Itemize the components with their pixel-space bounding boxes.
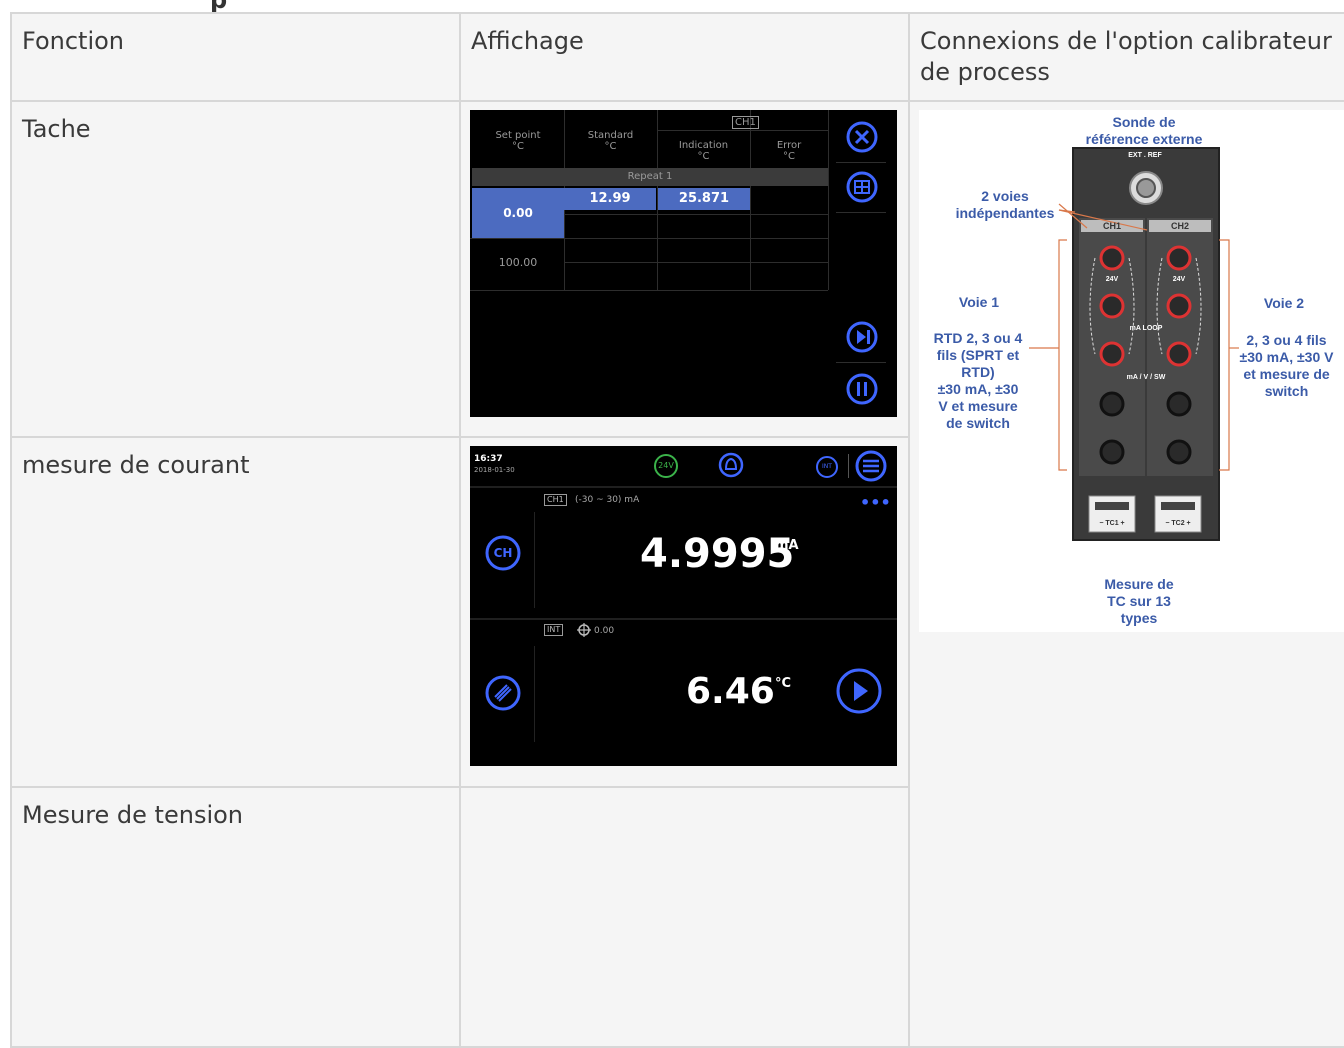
play-icon[interactable] (834, 666, 884, 716)
24v-label-ch1: 24V (1105, 276, 1119, 283)
task-screen-image: Set point °C Standard °C CH1 Indication … (470, 110, 897, 417)
indication-value-1: 25.871 (658, 188, 750, 210)
bell-icon (718, 452, 744, 478)
voie1-label: Voie 1 (958, 294, 1000, 310)
clock-date: 2018-01-30 (474, 466, 515, 474)
table-header-row: Fonction Affichage Connexions de l'optio… (10, 12, 1344, 102)
cell-fonction-tache: Tache (10, 100, 461, 438)
col-error-unit: °C (783, 151, 795, 162)
col-standard-unit: °C (604, 141, 617, 152)
menu-icon (855, 450, 887, 482)
col-setpoint-unit: °C (512, 141, 524, 152)
col-indication: Indication (678, 140, 729, 151)
target-icon (577, 623, 591, 637)
voie1-description: RTD 2, 3 ou 4 fils (SPRT et RTD) ±30 mA,… (933, 330, 1023, 431)
channel-tag: CH1 (732, 116, 759, 129)
current-unit: mA (775, 538, 799, 553)
tc1-label: − TC1 + (1099, 520, 1125, 527)
header-connexions: Connexions de l'option calibrateur de pr… (908, 12, 1344, 102)
setpoint-value-2: 100.00 (498, 256, 538, 269)
standard-value-1: 12.99 (564, 188, 656, 210)
ma-loop-label: mA LOOP (1129, 325, 1163, 332)
range-label: (-30 ~ 30) mA (575, 495, 640, 505)
tc2-label: − TC2 + (1165, 520, 1191, 527)
setpoint-value-1: 0.00 (472, 188, 564, 238)
col-standard: Standard (587, 130, 634, 141)
col-setpoint: Set point (495, 130, 541, 141)
more-icon[interactable]: ••• (860, 495, 891, 511)
cell-fonction-courant: mesure de courant (10, 436, 461, 788)
ext-ref-label: EXT . REF (1128, 152, 1162, 159)
temperature-unit: °C (775, 676, 792, 691)
close-icon (846, 121, 878, 153)
int-tag: INT (544, 624, 564, 636)
ma-v-sw-label: mA / V / SW (1126, 374, 1166, 381)
repeat-label: Repeat 1 (472, 168, 828, 186)
svg-text:CH: CH (494, 546, 513, 560)
ch2-label: CH2 (1170, 221, 1189, 231)
cell-affichage-tension (459, 786, 910, 1048)
pause-icon (846, 373, 878, 405)
voie2-description: 2, 3 ou 4 fils ±30 mA, ±30 V et mesure d… (1239, 332, 1334, 399)
truncated-heading-text: p (210, 0, 227, 12)
ch1-label: CH1 (1102, 221, 1121, 231)
badge-24v: 24V (654, 454, 678, 478)
cell-fonction-tension: Mesure de tension (10, 786, 461, 1048)
truncated-heading: p (0, 0, 1344, 12)
header-affichage: Affichage (459, 12, 910, 102)
clock-time: 16:37 (474, 454, 503, 464)
col-error: Error (776, 140, 802, 151)
temperature-value: 6.46 (686, 671, 775, 712)
skip-icon (846, 321, 878, 353)
sonde-label: Sonde de référence externe (1085, 114, 1203, 147)
col-indication-unit: °C (697, 151, 710, 162)
mesure-tc-label: Mesure de TC sur 13 types (1104, 576, 1174, 626)
current-measure-screen-image: 16:37 2018-01-30 24V INT CH1 (-30 ~ 30) … (470, 446, 897, 766)
channel-icon[interactable]: CH (484, 534, 522, 572)
24v-label-ch2: 24V (1172, 276, 1186, 283)
connections-diagram-image: Sonde de référence externe EXT . REF 2 v… (919, 110, 1344, 632)
table-icon (846, 171, 878, 203)
voie2-label: Voie 2 (1263, 295, 1305, 311)
channel-tag: CH1 (544, 494, 567, 506)
voies-label: 2 voies indépendantes (955, 188, 1055, 221)
header-fonction: Fonction (10, 12, 461, 102)
badge-int: INT (816, 456, 838, 478)
task-side-toolbar (830, 110, 897, 417)
current-value: 4.9995 (640, 531, 795, 577)
thermometer-icon[interactable] (484, 674, 522, 712)
offset-value: 0.00 (594, 626, 615, 636)
